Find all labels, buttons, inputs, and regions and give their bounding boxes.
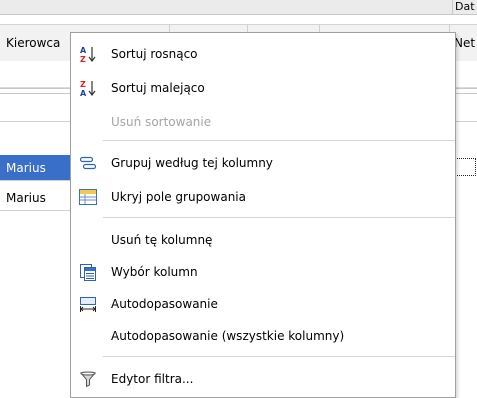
menu-item-label: Ukryj pole grupowania <box>111 190 246 204</box>
menu-separator <box>103 140 455 141</box>
menu-item-column-chooser[interactable]: Wybór kolumn <box>71 257 455 287</box>
best-fit-icon <box>80 297 96 312</box>
menu-item-best-fit[interactable]: Autodopasowanie <box>71 289 455 319</box>
sort-ascending-icon: A Z <box>80 46 96 63</box>
svg-text:A: A <box>80 46 87 55</box>
cell-kierowca[interactable]: Marius <box>0 155 78 181</box>
menu-item-label: Sortuj malejąco <box>111 81 205 95</box>
cell-kierowca[interactable]: Marius <box>0 185 78 211</box>
svg-text:A: A <box>80 89 87 97</box>
menu-item-clear-sorting: Usuń sortowanie <box>71 107 455 137</box>
menu-item-label: Edytor filtra... <box>111 372 194 386</box>
menu-item-best-fit-all-columns[interactable]: Autodopasowanie (wszystkie kolumny) <box>71 321 455 351</box>
sort-descending-icon: Z A <box>80 80 96 97</box>
menu-item-label: Usuń sortowanie <box>111 115 212 129</box>
menu-item-label: Sortuj rosnąco <box>111 47 198 61</box>
focus-rectangle <box>454 158 476 176</box>
svg-text:Z: Z <box>80 55 86 63</box>
menu-item-label: Usuń tę kolumnę <box>111 233 213 247</box>
menu-item-filter-editor[interactable]: Edytor filtra... <box>71 364 455 394</box>
column-context-menu: A Z Sortuj rosnąco Z A Sortuj malejąco U… <box>70 32 456 398</box>
menu-item-label: Autodopasowanie (wszystkie kolumny) <box>111 329 345 343</box>
group-by-icon <box>79 156 97 170</box>
band-header-label: Dat <box>452 0 477 14</box>
menu-item-group-by-column[interactable]: Grupuj według tej kolumny <box>71 148 455 178</box>
menu-separator <box>103 356 455 357</box>
menu-item-remove-column[interactable]: Usuń tę kolumnę <box>71 225 455 255</box>
menu-item-label: Wybór kolumn <box>111 265 198 279</box>
menu-item-label: Autodopasowanie <box>111 297 218 311</box>
menu-item-label: Grupuj według tej kolumny <box>111 156 273 170</box>
band-header: Dat <box>0 0 477 15</box>
menu-separator <box>103 217 455 218</box>
column-chooser-icon <box>80 264 96 281</box>
filter-icon <box>79 371 97 388</box>
menu-item-sort-ascending[interactable]: A Z Sortuj rosnąco <box>71 39 455 69</box>
svg-text:Z: Z <box>80 80 86 89</box>
group-panel-icon <box>79 189 97 205</box>
menu-item-hide-group-panel[interactable]: Ukryj pole grupowania <box>71 182 455 212</box>
menu-item-sort-descending[interactable]: Z A Sortuj malejąco <box>71 73 455 103</box>
